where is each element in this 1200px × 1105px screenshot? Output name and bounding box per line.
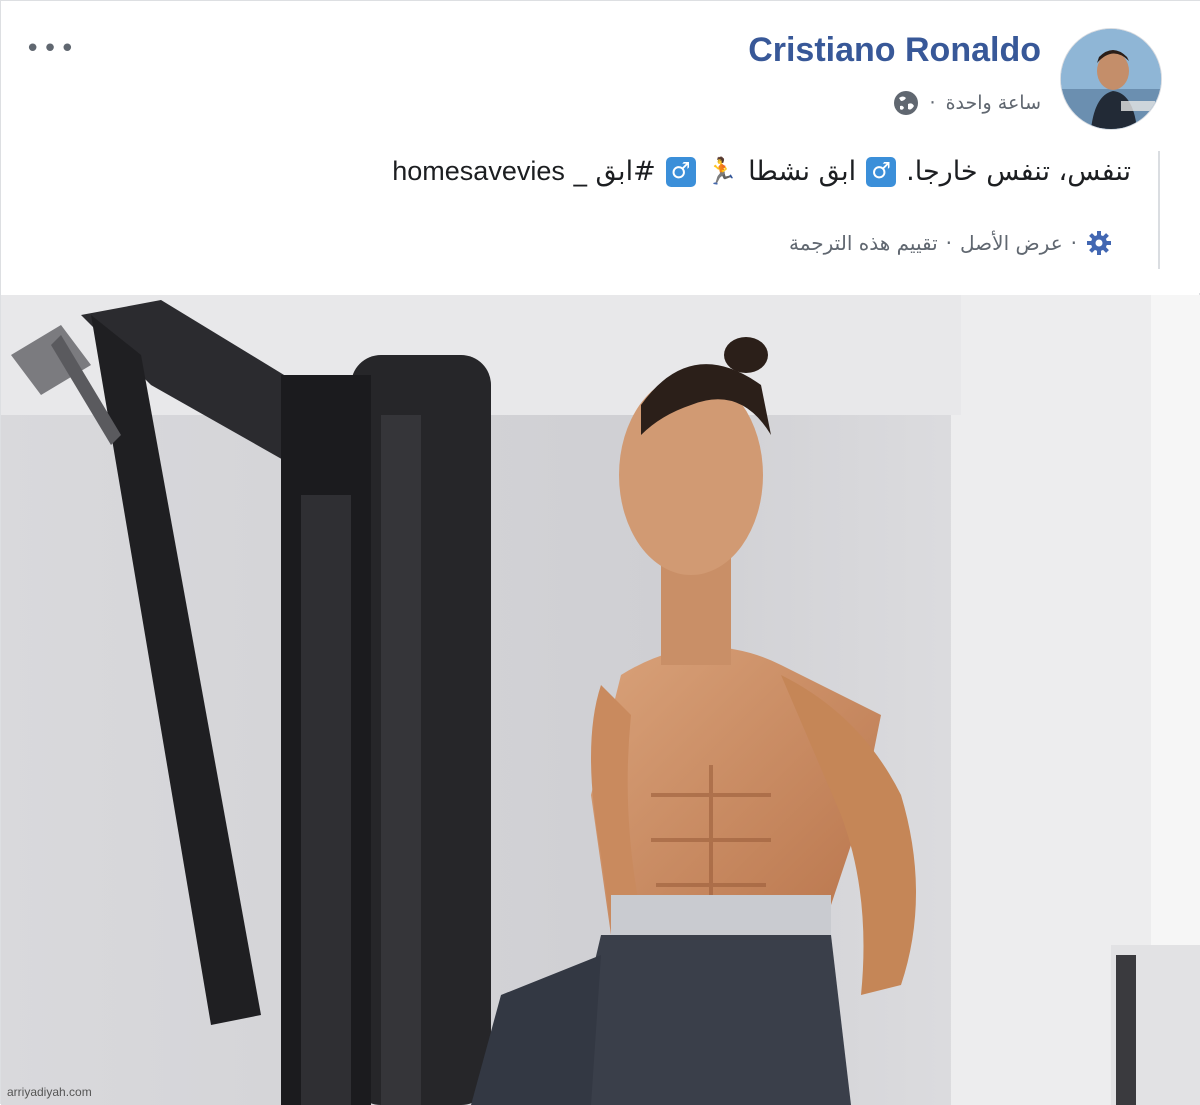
post-time[interactable]: ساعة واحدة (946, 92, 1041, 114)
hashtag-arabic: #ابق _ (573, 156, 656, 187)
see-original-link[interactable]: عرض الأصل (960, 231, 1063, 255)
photo-gym-man (1, 295, 1200, 1105)
translation-row: · عرض الأصل · تقييم هذه الترجمة (789, 229, 1113, 257)
more-options-icon[interactable]: ••• (25, 36, 77, 62)
post-text-part1: تنفس، تنفس خارجا. (906, 156, 1131, 187)
avatar[interactable] (1061, 29, 1161, 129)
post-meta: ساعة واحدة · (892, 89, 1041, 117)
translation-separator-2: · (945, 231, 953, 255)
rate-translation-link[interactable]: تقييم هذه الترجمة (789, 231, 938, 255)
globe-icon[interactable] (892, 89, 920, 117)
gear-icon[interactable] (1085, 229, 1113, 257)
text-quote-line (1158, 151, 1160, 269)
hashtag-link[interactable]: #ابق _ homesavevies (392, 156, 655, 187)
post-header: ••• Cristiano Ronaldo ساعة واحدة · تنفس،… (1, 1, 1200, 293)
post-text-part2: ابق نشطا (748, 156, 857, 187)
facebook-post-card: ••• Cristiano Ronaldo ساعة واحدة · تنفس،… (0, 0, 1200, 1105)
post-photo[interactable]: arriyadiyah.com (1, 295, 1200, 1105)
male-sign-icon-2: ♂ (665, 156, 696, 187)
running-person-icon: 🏃 (705, 156, 739, 187)
translation-separator-1: · (1070, 231, 1077, 255)
avatar-image (1061, 29, 1161, 129)
meta-separator: · (929, 92, 936, 114)
male-sign-icon: ♂ (866, 156, 897, 187)
post-author-name[interactable]: Cristiano Ronaldo (748, 31, 1041, 70)
image-credit: arriyadiyah.com (7, 1085, 92, 1099)
post-message: تنفس، تنفس خارجا. ♂ ابق نشطا 🏃 ♂ #ابق _ … (392, 156, 1131, 187)
hashtag-latin: homesavevies (392, 156, 565, 186)
